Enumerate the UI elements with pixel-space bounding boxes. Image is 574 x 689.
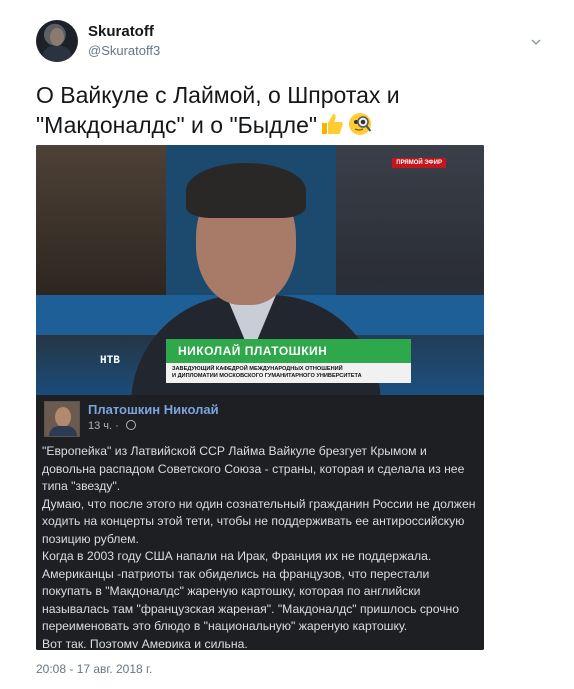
tweet-header: Skuratoff @Skuratoff3 <box>36 20 556 70</box>
chevron-down-icon[interactable] <box>530 36 542 48</box>
lower-third: НИКОЛАЙ ПЛАТОШКИН ЗАВЕДУЮЩИЙ КАФЕДРОЙ МЕ… <box>166 339 411 383</box>
post-author-name: Платошкин Николай <box>88 402 219 417</box>
facebook-post-screenshot: Платошкин Николай 13 ч. · "Европейка" из… <box>36 395 484 650</box>
avatar-face <box>50 28 64 46</box>
avatar-body <box>42 46 72 62</box>
lower-third-name: НИКОЛАЙ ПЛАТОШКИН <box>166 339 411 363</box>
post-avatar-body <box>49 426 77 436</box>
person-hair <box>186 163 306 218</box>
post-time: 13 ч. · <box>88 420 119 432</box>
post-body: "Европейка" из Латвийской ССР Лайма Вайк… <box>42 443 482 648</box>
lower-third-title-line2: И ДИПЛОМАТИИ МОСКОВСКОГО ГУМАНИТАРНОГО У… <box>172 373 362 379</box>
lower-third-title-line1: ЗАВЕДУЮЩИЙ КАФЕДРОЙ МЕЖДУНАРОДНЫХ ОТНОШЕ… <box>172 366 343 372</box>
avatar[interactable] <box>36 20 78 62</box>
user-handle[interactable]: @Skuratoff3 <box>88 43 160 58</box>
post-paragraph: Думаю, что после этого ни один сознатель… <box>42 496 476 546</box>
tweet-text: О Вайкуле с Лаймой, о Шпротах и "Макдона… <box>36 80 546 140</box>
tweet-timestamp[interactable]: 20:08 - 17 авг. 2018 г. <box>36 662 152 676</box>
post-author-avatar <box>44 401 80 437</box>
thumbs-up-icon <box>319 111 345 137</box>
display-name[interactable]: Skuratoff <box>88 23 154 40</box>
live-badge: ПРЯМОЙ ЭФИР <box>392 158 446 168</box>
tweet-media[interactable]: ПРЯМОЙ ЭФИР НТВ НИКОЛАЙ ПЛАТОШКИН ЗАВЕДУ… <box>36 145 484 650</box>
tweet-text-content: О Вайкуле с Лаймой, о Шпротах и "Макдона… <box>36 82 400 138</box>
magnifier-eyes-icon <box>347 111 373 137</box>
lower-third-title: ЗАВЕДУЮЩИЙ КАФЕДРОЙ МЕЖДУНАРОДНЫХ ОТНОШЕ… <box>166 363 411 383</box>
globe-icon <box>126 420 136 430</box>
post-paragraph: Когда в 2003 году США напали на Ирак, Фр… <box>42 549 460 633</box>
video-frame: ПРЯМОЙ ЭФИР НТВ НИКОЛАЙ ПЛАТОШКИН ЗАВЕДУ… <box>36 145 484 395</box>
post-avatar-face <box>55 407 71 427</box>
channel-logo: НТВ <box>100 355 120 367</box>
post-paragraph: "Европейка" из Латвийской ССР Лайма Вайк… <box>42 444 465 493</box>
post-paragraph: Вот так. Поэтому Америка и сильна. <box>42 636 248 649</box>
